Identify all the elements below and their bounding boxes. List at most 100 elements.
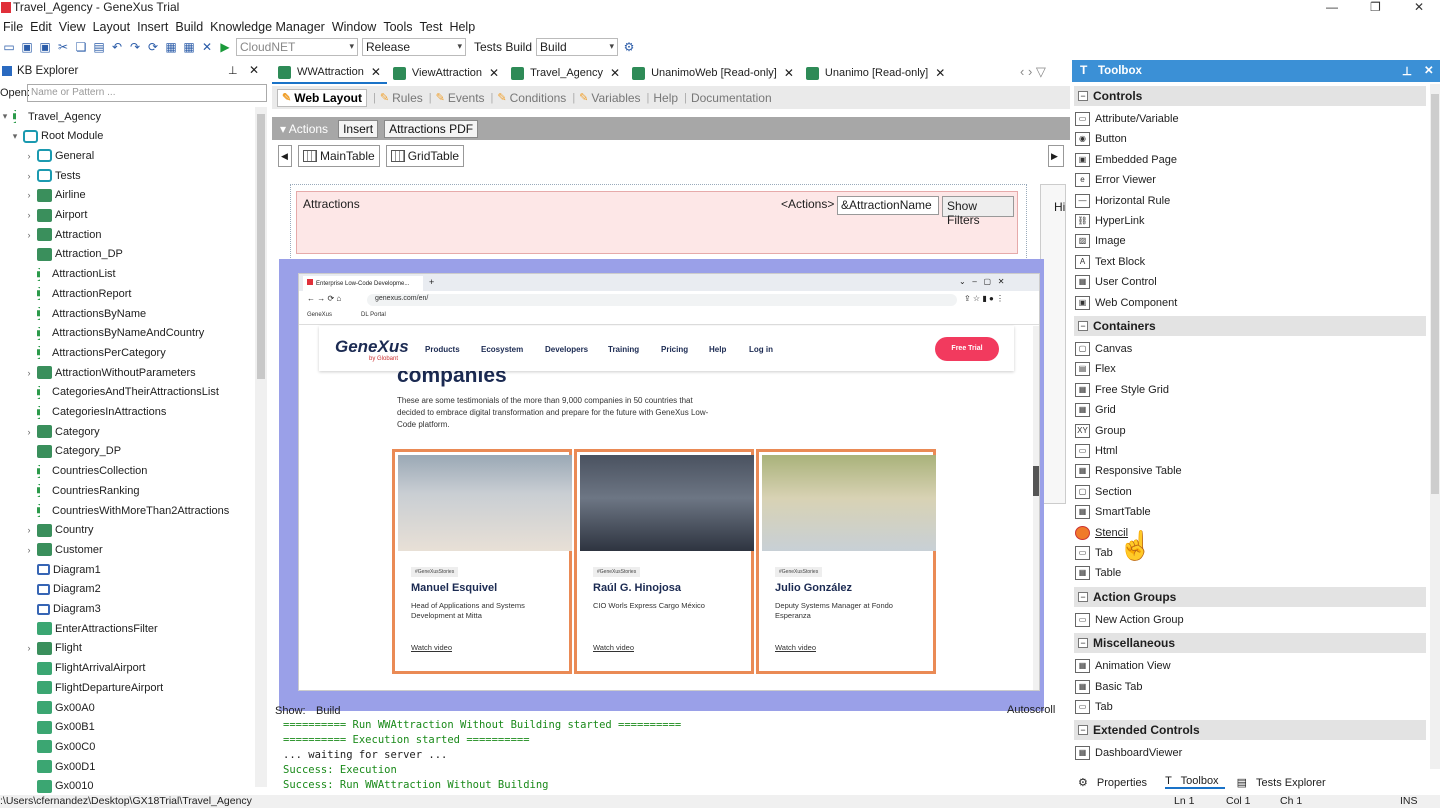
nav-login[interactable]: Log in xyxy=(749,345,773,354)
tree-node[interactable]: EnterAttractionsFilter xyxy=(24,619,158,638)
actions-tag[interactable]: <Actions> xyxy=(781,197,834,211)
build-select[interactable]: Build ▾ xyxy=(536,38,619,56)
expand-chevron-icon[interactable]: › xyxy=(24,171,34,181)
doc-tab[interactable]: Travel_Agency ✕ xyxy=(505,62,626,84)
tree-node[interactable]: FlightArrivalAirport xyxy=(24,659,145,678)
subtab-rules[interactable]: ✎ Rules xyxy=(380,91,423,105)
doc-tab[interactable]: WWAttraction ✕ xyxy=(272,62,387,84)
toolbox-section-action-groups[interactable]: − Action Groups xyxy=(1074,586,1426,607)
browser-scroll-thumb[interactable] xyxy=(1033,466,1039,496)
right-arrow-icon[interactable]: ▶ xyxy=(1048,145,1064,167)
toolbox-section-controls[interactable]: − Controls xyxy=(1074,86,1426,106)
expand-chevron-icon[interactable]: › xyxy=(24,643,34,653)
toolbox-scroll-thumb[interactable] xyxy=(1431,94,1439,494)
collapse-icon[interactable]: − xyxy=(1078,591,1088,602)
toolbox-item[interactable]: ▦ Free Style Grid xyxy=(1075,380,1169,400)
nav-pricing[interactable]: Pricing xyxy=(661,345,688,354)
menu-help[interactable]: Help xyxy=(449,20,475,34)
toolbox-item[interactable]: XY Group xyxy=(1075,421,1126,441)
expand-chevron-icon[interactable]: ▾ xyxy=(10,131,20,142)
url-field[interactable]: genexus.com/en/ xyxy=(367,294,957,306)
menu-layout[interactable]: Layout xyxy=(93,20,131,34)
collapse-icon[interactable]: − xyxy=(1078,638,1088,649)
tabs-nav-icon[interactable]: ‹ › ▽ xyxy=(1020,64,1046,80)
tree-node[interactable]: Diagram3 xyxy=(24,600,101,619)
toolbox-item[interactable]: ▭ New Action Group xyxy=(1075,610,1184,630)
toolbox-pin-icon[interactable]: ⊥ xyxy=(1402,64,1412,78)
browser-window[interactable]: Enterprise Low-Code Developme... + ⌄ – ▢… xyxy=(298,273,1040,691)
grid-icon[interactable]: ▦ xyxy=(164,40,178,54)
tree-node[interactable]: CategoriesInAttractions xyxy=(24,403,166,422)
browser-window-controls-icon[interactable]: ⌄ – ▢ ✕ xyxy=(959,277,1004,286)
tree-node[interactable]: ▾ Travel_Agency xyxy=(0,107,101,126)
bookmark-genexus[interactable]: GeneXus xyxy=(307,312,332,318)
toolbox-tab[interactable]: T Toolbox xyxy=(1165,775,1225,789)
menu-tools[interactable]: Tools xyxy=(383,20,412,34)
tree-node[interactable]: Gx00A0 xyxy=(24,698,95,717)
watch-video-link[interactable]: Watch video xyxy=(775,643,816,652)
tree-node[interactable]: CountriesRanking xyxy=(24,481,139,500)
tree-node[interactable]: › Airport xyxy=(24,206,87,225)
restore-icon[interactable]: ❐ xyxy=(1370,0,1381,14)
toolbox-item[interactable]: — Horizontal Rule xyxy=(1075,191,1170,211)
tree-node[interactable]: CountriesWithMoreThan2Attractions xyxy=(24,501,229,520)
menu-edit[interactable]: Edit xyxy=(30,20,52,34)
tree-node[interactable]: Diagram2 xyxy=(24,580,101,599)
tree-node[interactable]: Gx0010 xyxy=(24,777,94,795)
redo-icon[interactable]: ↷ xyxy=(128,40,142,54)
tree-node[interactable]: AttractionList xyxy=(24,265,116,284)
free-trial-button[interactable]: Free Trial xyxy=(935,337,999,361)
toolbox-item[interactable]: ▢ Section xyxy=(1075,482,1132,502)
properties-tab[interactable]: ⚙ Properties xyxy=(1078,776,1153,789)
tree-node[interactable]: › Customer xyxy=(24,540,103,559)
tab-close-icon[interactable]: ✕ xyxy=(371,65,381,79)
tree-node[interactable]: › Category xyxy=(24,422,100,441)
new-tab-icon[interactable]: + xyxy=(429,277,434,287)
toolbox-item[interactable]: ▦ Basic Tab xyxy=(1075,677,1143,697)
autoscroll-toggle[interactable]: Autoscroll xyxy=(1007,704,1055,716)
configuration-select[interactable]: Release ▾ xyxy=(362,38,466,56)
menu-test[interactable]: Test xyxy=(420,20,443,34)
browser-nav-icon[interactable]: ← → ⟳ ⌂ xyxy=(307,294,341,303)
nav-ecosystem[interactable]: Ecosystem xyxy=(481,345,523,354)
menu-build[interactable]: Build xyxy=(175,20,203,34)
testimonial-card[interactable]: #GeneXusStories Raúl G. Hinojosa CIO Wor… xyxy=(574,449,754,674)
browser-actions-icon[interactable]: ⇪ ☆ ▮ ● ⋮ xyxy=(964,294,1004,303)
toolbox-item[interactable]: ▭ Attribute/Variable xyxy=(1075,109,1179,129)
tree-node[interactable]: Gx00D1 xyxy=(24,757,95,776)
toolbox-item[interactable]: ▭ Html xyxy=(1075,441,1118,461)
tree-node[interactable]: CountriesCollection xyxy=(24,462,147,481)
testimonial-card[interactable]: #GeneXusStories Manuel Esquivel Head of … xyxy=(392,449,572,674)
nav-products[interactable]: Products xyxy=(425,345,460,354)
open-input[interactable]: Name or Pattern ... xyxy=(27,84,267,102)
tree-node[interactable]: Gx00B1 xyxy=(24,718,95,737)
tree-node[interactable]: › Country xyxy=(24,521,94,540)
subtab-documentation[interactable]: Documentation xyxy=(691,91,772,105)
subtab-help[interactable]: Help xyxy=(653,91,678,105)
expand-chevron-icon[interactable]: › xyxy=(24,545,34,555)
expand-chevron-icon[interactable]: › xyxy=(24,368,34,378)
subtab-web-layout[interactable]: ✎ Web Layout xyxy=(277,88,367,107)
save-icon[interactable]: ▣ xyxy=(20,40,34,54)
menu-window[interactable]: Window xyxy=(332,20,376,34)
tree-scroll-thumb[interactable] xyxy=(257,114,265,379)
copy-icon[interactable]: ❏ xyxy=(74,40,88,54)
doc-tab[interactable]: Unanimo [Read-only] ✕ xyxy=(800,62,951,84)
menu-knowledge-manager[interactable]: Knowledge Manager xyxy=(210,20,325,34)
actions-label[interactable]: ▾ Actions xyxy=(280,122,328,136)
menu-insert[interactable]: Insert xyxy=(137,20,168,34)
tree-node[interactable]: › Tests xyxy=(24,166,81,185)
toolbox-item[interactable]: ▦ Animation View xyxy=(1075,656,1171,676)
tab-close-icon[interactable]: ✕ xyxy=(935,66,945,80)
cut-icon[interactable]: ✂ xyxy=(56,40,70,54)
tree-node[interactable]: FlightDepartureAirport xyxy=(24,678,163,697)
close-icon[interactable]: ✕ xyxy=(1414,0,1424,14)
tools-icon[interactable]: ✕ xyxy=(200,40,214,54)
grid-table-button[interactable]: GridTable xyxy=(385,145,465,167)
tab-close-icon[interactable]: ✕ xyxy=(610,66,620,80)
tree-node[interactable]: ▾ Root Module xyxy=(10,127,103,146)
undo-icon[interactable]: ↶ xyxy=(110,40,124,54)
tree-node[interactable]: AttractionReport xyxy=(24,284,131,303)
tree-node[interactable]: AttractionsByName xyxy=(24,304,146,323)
tree-node[interactable]: › Flight xyxy=(24,639,82,658)
